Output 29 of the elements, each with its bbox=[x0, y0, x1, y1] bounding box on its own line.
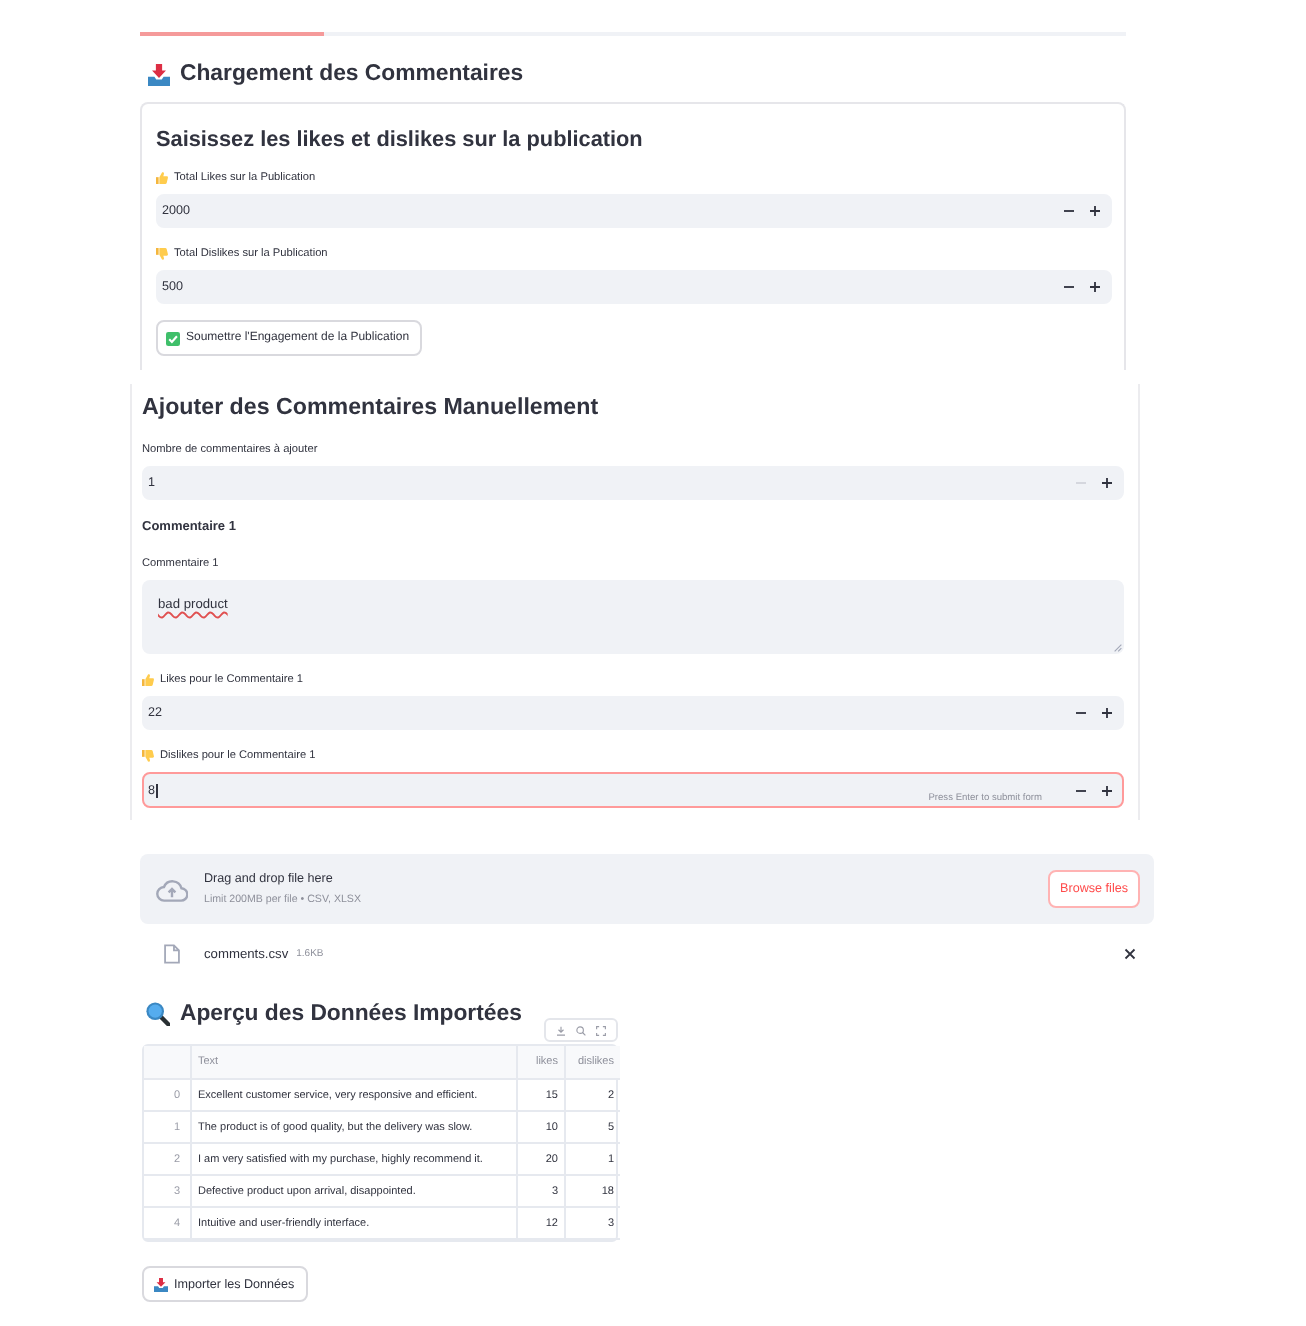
close-icon[interactable] bbox=[1124, 948, 1136, 960]
inbox-tray-icon bbox=[148, 63, 170, 85]
plus-icon[interactable] bbox=[1090, 282, 1100, 292]
file-icon bbox=[164, 944, 180, 964]
plus-icon[interactable] bbox=[1102, 708, 1112, 718]
minus-icon[interactable] bbox=[1076, 708, 1086, 718]
text-cursor bbox=[155, 783, 158, 797]
minus-icon[interactable] bbox=[1064, 206, 1074, 216]
search-icon bbox=[146, 1002, 170, 1026]
thumbs-up-icon bbox=[156, 172, 168, 184]
form-title: Ajouter des Commentaires Manuellement bbox=[142, 394, 599, 422]
cloud-upload-icon bbox=[156, 877, 188, 901]
plus-icon[interactable] bbox=[1102, 785, 1112, 795]
plus-icon[interactable] bbox=[1090, 206, 1100, 216]
thumbs-down-icon bbox=[156, 248, 168, 260]
thumbs-down-icon bbox=[142, 750, 154, 762]
plus-icon[interactable] bbox=[1102, 478, 1112, 488]
section-title: Chargement des Commentaires bbox=[180, 60, 524, 90]
inbox-tray-icon bbox=[154, 1277, 168, 1291]
thumbs-up-icon bbox=[142, 674, 154, 686]
form-title: Saisissez les likes et dislikes sur la publication bbox=[156, 126, 643, 154]
section-title: Aperçu des Données Importées bbox=[180, 1000, 522, 1030]
resize-handle-icon[interactable] bbox=[1114, 644, 1122, 652]
minus-icon[interactable] bbox=[1064, 282, 1074, 292]
minus-icon[interactable] bbox=[1076, 785, 1086, 795]
search-icon[interactable] bbox=[575, 1025, 586, 1035]
download-icon[interactable] bbox=[555, 1025, 566, 1035]
fullscreen-icon[interactable] bbox=[596, 1025, 607, 1035]
checkbox-tick-icon bbox=[166, 331, 180, 345]
